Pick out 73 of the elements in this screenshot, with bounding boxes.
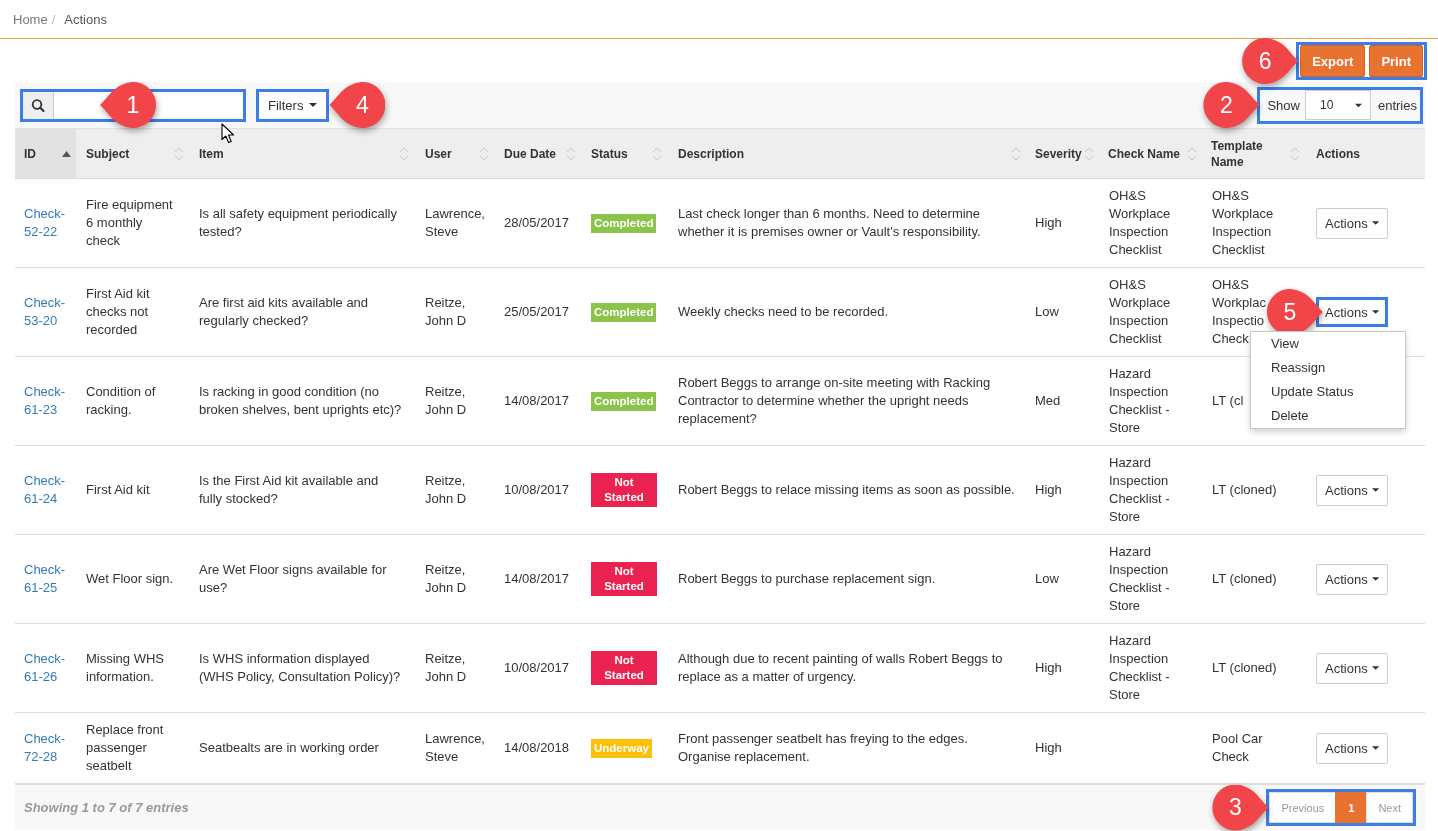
check-name: Hazard Inspection Checklist - Store <box>1109 633 1170 702</box>
status-label: Completed <box>591 213 657 233</box>
status-label: Underway <box>591 738 652 758</box>
severity-text: High <box>1035 482 1062 497</box>
due-date: 28/05/2017 <box>504 215 570 230</box>
severity-text: High <box>1035 215 1062 230</box>
template-name: Pool Car Check <box>1212 731 1263 764</box>
description-text: Although due to recent painting of walls Robert Beggs to replace as a matter of urgency. <box>678 651 1003 684</box>
check-name: OH&S Workplace Inspection Checklist <box>1109 188 1171 257</box>
item-text: Are Wet Floor signs available for use? <box>199 562 387 595</box>
due-date: 10/08/2017 <box>504 482 570 497</box>
user-name: Reitze, John D <box>425 473 467 506</box>
status-label: Not Started <box>591 651 657 685</box>
subject-text: Wet Floor sign. <box>86 571 174 586</box>
callout-tooltip: 3 <box>1212 784 1269 831</box>
show-label: Show <box>1267 97 1300 113</box>
entries-label: entries <box>1377 97 1417 113</box>
subject-text: Fire equipment 6 monthly check <box>86 197 173 248</box>
due-date: 14/08/2017 <box>504 571 570 586</box>
severity-text: Low <box>1035 304 1059 319</box>
subject-text: Missing WHS information. <box>86 651 164 684</box>
severity-text: Med <box>1035 393 1061 408</box>
template-name: LT (cl <box>1212 393 1244 408</box>
subject-text: Replace front passenger seatbelt <box>86 722 164 773</box>
check-name: Hazard Inspection Checklist - Store <box>1109 366 1170 435</box>
template-name: OH&S Workplace Inspection Checklist <box>1212 188 1274 257</box>
subject-text: First Aid kit checks not recorded <box>86 286 150 337</box>
check-name: Hazard Inspection Checklist - Store <box>1109 544 1170 613</box>
template-name: LT (cloned) <box>1212 482 1277 497</box>
callout-tooltip: 2 <box>1203 82 1260 128</box>
template-name: LT (cloned) <box>1212 571 1277 586</box>
item-text: Is WHS information displayed (WHS Policy, Consultation Policy)? <box>199 651 401 684</box>
due-date: 14/08/2018 <box>504 740 570 755</box>
user-name: Reitze, John D <box>425 651 467 684</box>
template-name: LT (cloned) <box>1212 660 1277 675</box>
item-text: Seatbealts are in working order <box>199 740 379 755</box>
check-name: OH&S Workplace Inspection Checklist <box>1109 277 1171 346</box>
user-name: Lawrence, Steve <box>425 206 485 239</box>
description-text: Robert Beggs to relace missing items as soon as possible. <box>678 482 1015 497</box>
status-label: Completed <box>591 391 657 411</box>
breadcrumb-current: Actions <box>64 11 107 27</box>
description-text: Robert Beggs to arrange on-site meeting with Racking Contractor to determine whether the upright needs replacement? <box>678 375 991 426</box>
user-name: Reitze, John D <box>425 384 467 417</box>
subject-text: Condition of racking. <box>86 384 156 417</box>
description-text: Robert Beggs to purchase replacement sign. <box>678 571 936 586</box>
status-label: Not Started <box>591 473 657 507</box>
due-date: 10/08/2017 <box>504 660 570 675</box>
callout-tooltip: 1 <box>100 82 156 128</box>
description-text: Weekly checks need to be recorded. <box>678 304 889 319</box>
callout-tooltip: 6 <box>1242 38 1299 84</box>
entries-info: Showing 1 to 7 of 7 entries <box>24 800 189 815</box>
description-text: Last check longer than 6 months. Need to determine whether it is premises owner or Vault's responsibility. <box>678 206 981 239</box>
item-text: Is the First Aid kit available and fully stocked? <box>199 473 379 506</box>
user-name: Lawrence, Steve <box>425 731 485 764</box>
check-name: Hazard Inspection Checklist - Store <box>1109 455 1170 524</box>
due-date: 14/08/2017 <box>504 393 570 408</box>
severity-text: High <box>1035 660 1062 675</box>
due-date: 25/05/2017 <box>504 304 570 319</box>
item-text: Are first aid kits available and regularly checked? <box>199 295 369 328</box>
user-name: Reitze, John D <box>425 295 467 328</box>
status-label: Completed <box>591 302 657 322</box>
template-name: OH&S Workplac Inspectio Check <box>1212 277 1266 346</box>
column-header: Actions <box>1305 129 1425 179</box>
item-text: Is all safety equipment periodically tested? <box>199 206 397 239</box>
breadcrumb-separator: / <box>51 11 56 27</box>
severity-text: High <box>1035 740 1062 755</box>
item-text: Is racking in good condition (no broken shelves, bent uprights etc)? <box>199 384 402 417</box>
subject-text: First Aid kit <box>86 482 150 497</box>
severity-text: Low <box>1035 571 1059 586</box>
description-text: Front passenger seatbelt has freying to the edges. Organise replacement. <box>678 731 968 764</box>
callout-tooltip: 4 <box>329 82 386 128</box>
status-label: Not Started <box>591 562 657 596</box>
user-name: Reitze, John D <box>425 562 467 595</box>
